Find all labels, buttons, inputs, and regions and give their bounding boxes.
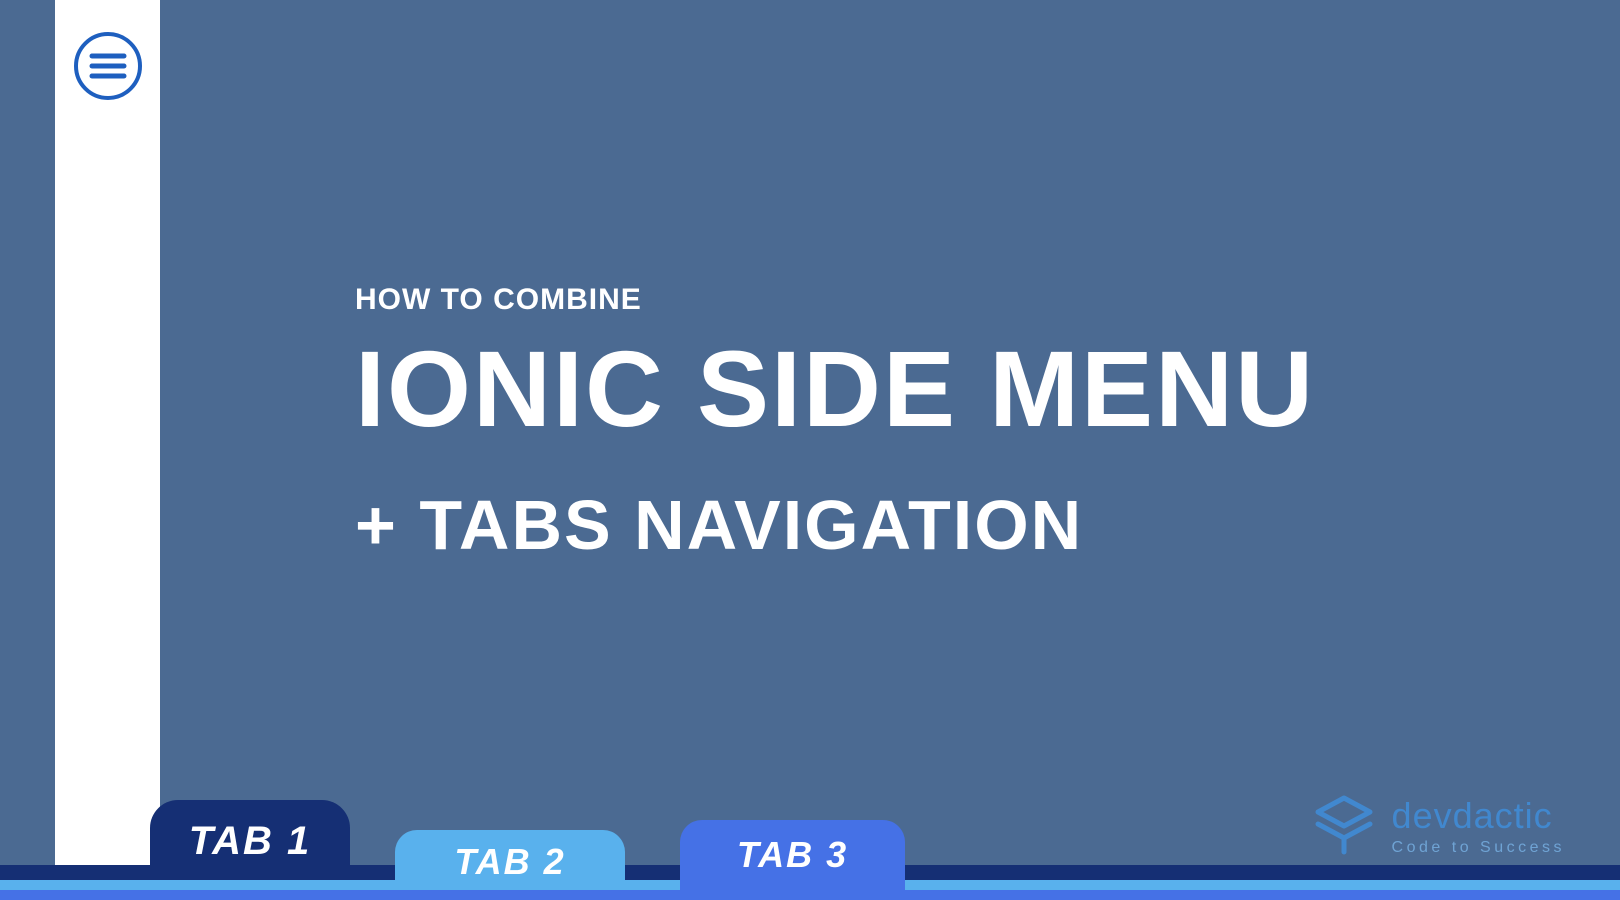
menu-button[interactable] (72, 30, 144, 102)
headline-subtitle: + TABS NAVIGATION (355, 485, 1315, 565)
tab-1-label: TAB 1 (189, 819, 312, 864)
headline-title: IONIC SIDE MENU (355, 335, 1315, 443)
side-menu-strip (55, 0, 160, 870)
brand-logo: devdactic Code to Success (1310, 792, 1565, 860)
cube-icon (1310, 792, 1378, 860)
tab-2-label: TAB 2 (454, 841, 565, 883)
brand-name: devdactic (1392, 795, 1565, 837)
tab-3-label: TAB 3 (737, 834, 848, 876)
slide-stage: HOW TO COMBINE IONIC SIDE MENU + TABS NA… (0, 0, 1620, 900)
brand-tagline: Code to Success (1392, 839, 1565, 857)
headline-block: HOW TO COMBINE IONIC SIDE MENU + TABS NA… (355, 283, 1315, 565)
hamburger-icon (72, 30, 144, 102)
headline-eyebrow: HOW TO COMBINE (355, 283, 1315, 317)
tab-3[interactable]: TAB 3 (680, 820, 905, 900)
